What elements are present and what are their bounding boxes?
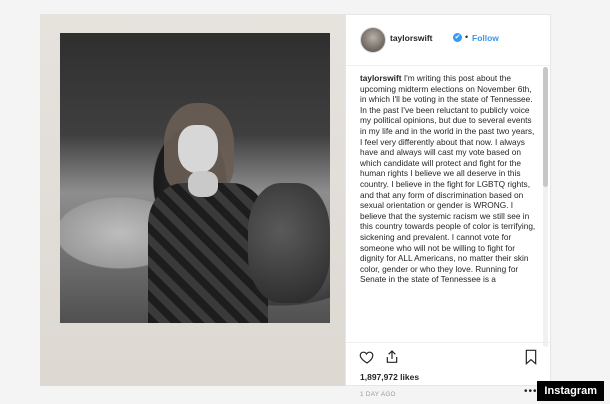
heart-icon[interactable] — [359, 349, 375, 365]
photo-face — [178, 125, 218, 173]
share-icon[interactable] — [384, 349, 400, 365]
post-photo-pane — [40, 14, 345, 386]
instagram-watermark: Instagram — [537, 381, 604, 401]
caption-scroll-thumb[interactable] — [543, 67, 548, 187]
post-photo[interactable] — [60, 33, 330, 323]
caption-scrollbar[interactable] — [543, 67, 548, 347]
photo-pillow — [248, 183, 330, 303]
bookmark-icon[interactable] — [524, 349, 538, 365]
post-header: taylorswift ✔ • Follow — [346, 15, 550, 66]
caption-username[interactable]: taylorswift — [360, 73, 404, 83]
like-count[interactable]: 1,897,972 likes — [360, 372, 419, 382]
avatar[interactable] — [360, 27, 386, 53]
header-username[interactable]: taylorswift — [390, 33, 433, 43]
more-icon[interactable]: ••• — [524, 386, 538, 397]
follow-button[interactable]: Follow — [472, 33, 499, 43]
caption-text: I'm writing this post about the upcoming… — [360, 73, 536, 285]
photo-hand — [188, 171, 218, 197]
post-side-panel: taylorswift ✔ • Follow taylorswift I'm w… — [345, 14, 551, 398]
post-timestamp: 1 DAY AGO — [360, 391, 396, 398]
verified-icon: ✔ — [453, 33, 462, 42]
post-actions: 1,897,972 likes 1 DAY AGO ••• — [346, 342, 550, 398]
post-caption: taylorswift I'm writing this post about … — [360, 73, 538, 341]
polaroid-frame — [40, 14, 345, 386]
header-separator: • — [465, 32, 469, 42]
